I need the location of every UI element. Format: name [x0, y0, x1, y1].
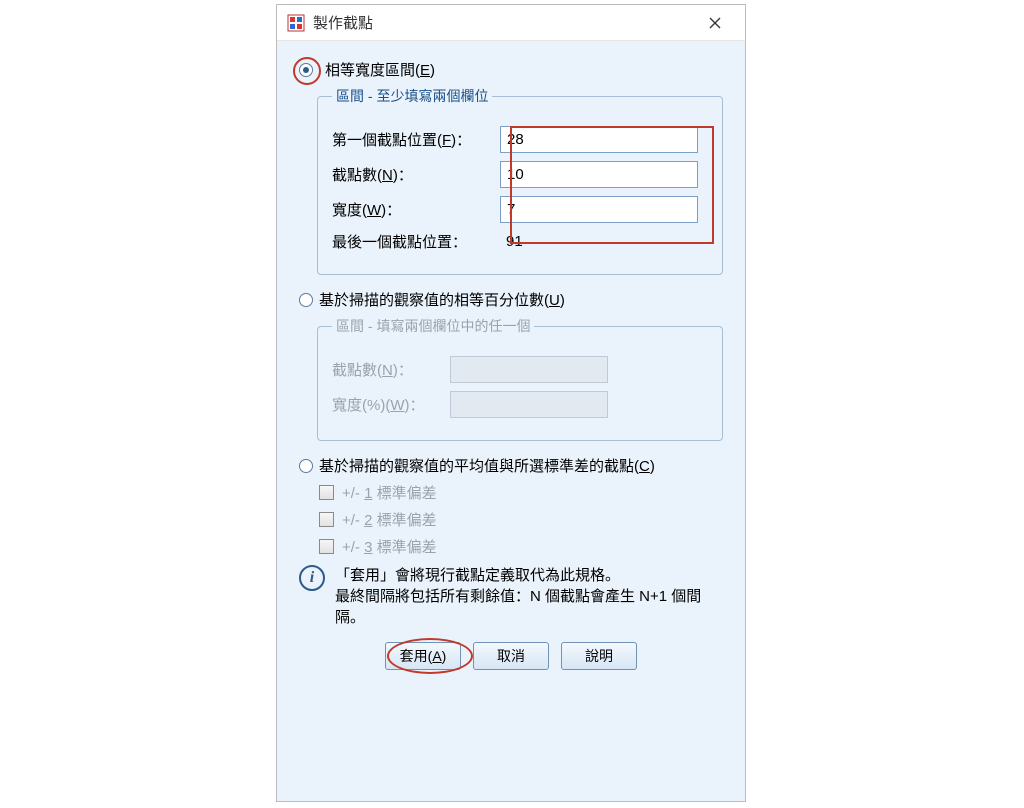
chk-sd1: [319, 485, 334, 500]
pct-ncuts-label: 截點數(N)：: [332, 359, 450, 380]
app-icon: [287, 14, 305, 32]
radio-equal-width-label: 相等寬度區間(E): [325, 59, 435, 80]
close-button[interactable]: [695, 8, 735, 38]
radio-sd-label: 基於掃描的觀察值的平均值與所選標準差的截點(C): [319, 455, 655, 476]
last-cut-value: 91: [500, 233, 523, 250]
dialog-body: 相等寬度區間(E) 區間 - 至少填寫兩個欄位 第一個截點位置(F)： 截點數(…: [277, 41, 745, 801]
radio-equal-percentile[interactable]: [299, 293, 313, 307]
pct-width-label: 寬度(%)(W)：: [332, 394, 450, 415]
chk-sd3-row: +/- 3 標準偏差: [319, 536, 723, 557]
last-cut-label: 最後一個截點位置：: [332, 231, 500, 252]
chk-sd3-label: +/- 3 標準偏差: [342, 536, 437, 557]
equal-percentile-group: 區間 - 填寫兩個欄位中的任一個 截點數(N)： 寬度(%)(W)：: [317, 316, 723, 441]
chk-sd2-label: +/- 2 標準偏差: [342, 509, 437, 530]
help-button[interactable]: 說明: [561, 642, 637, 670]
radio-sd-row[interactable]: 基於掃描的觀察值的平均值與所選標準差的截點(C): [299, 455, 723, 476]
radio-equal-width-row[interactable]: 相等寬度區間(E): [299, 59, 723, 80]
info-note: i 「套用」會將現行截點定義取代為此規格。 最終間隔將包括所有剩餘值：N 個截點…: [299, 565, 723, 628]
radio-equal-percentile-label: 基於掃描的觀察值的相等百分位數(U): [319, 289, 565, 310]
radio-equal-percentile-row[interactable]: 基於掃描的觀察值的相等百分位數(U): [299, 289, 723, 310]
ncuts-input[interactable]: [500, 161, 698, 188]
chk-sd2-row: +/- 2 標準偏差: [319, 509, 723, 530]
first-cut-label: 第一個截點位置(F)：: [332, 129, 500, 150]
equal-width-legend: 區間 - 至少填寫兩個欄位: [332, 86, 492, 106]
apply-button[interactable]: 套用(A): [385, 642, 461, 670]
info-icon: i: [299, 565, 325, 591]
radio-sd[interactable]: [299, 459, 313, 473]
radio-equal-width[interactable]: [299, 63, 313, 77]
chk-sd2: [319, 512, 334, 527]
width-input[interactable]: [500, 196, 698, 223]
first-cut-input[interactable]: [500, 126, 698, 153]
cancel-button[interactable]: 取消: [473, 642, 549, 670]
chk-sd1-label: +/- 1 標準偏差: [342, 482, 437, 503]
ncuts-label: 截點數(N)：: [332, 164, 500, 185]
pct-ncuts-input: [450, 356, 608, 383]
make-cutpoints-dialog: 製作截點 相等寬度區間(E) 區間 - 至少填寫兩個欄位 第一個截點位置(F): [276, 4, 746, 802]
button-row: 套用(A) 取消 說明: [299, 642, 723, 670]
info-text: 「套用」會將現行截點定義取代為此規格。 最終間隔將包括所有剩餘值：N 個截點會產…: [335, 565, 723, 628]
chk-sd1-row: +/- 1 標準偏差: [319, 482, 723, 503]
chk-sd3: [319, 539, 334, 554]
pct-width-input: [450, 391, 608, 418]
equal-percentile-legend: 區間 - 填寫兩個欄位中的任一個: [332, 316, 534, 336]
titlebar: 製作截點: [277, 5, 745, 41]
width-label: 寬度(W)：: [332, 199, 500, 220]
dialog-title: 製作截點: [313, 12, 695, 33]
equal-width-group: 區間 - 至少填寫兩個欄位 第一個截點位置(F)： 截點數(N)： 寬: [317, 86, 723, 275]
